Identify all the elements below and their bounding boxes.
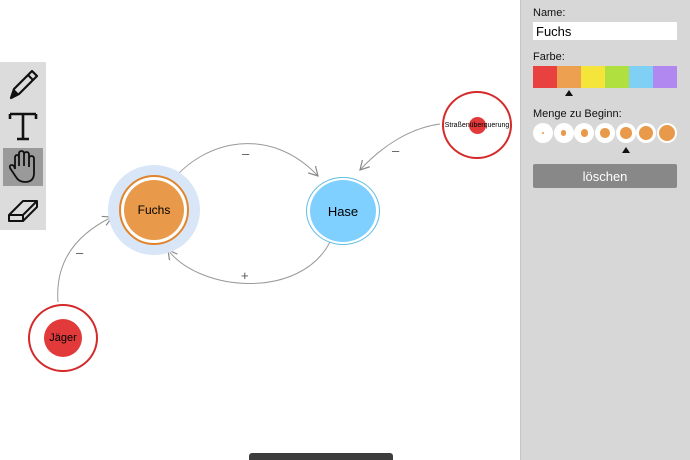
node-strasse-label: Straßenüberquerung — [444, 121, 510, 129]
link-strasse-to-hase[interactable] — [359, 123, 441, 171]
node-hase-label: Hase — [327, 203, 359, 219]
link-hase-to-fuchs[interactable] — [167, 241, 331, 284]
color-swatch-2[interactable] — [581, 66, 605, 88]
node-jaeger-core: Jäger — [44, 319, 82, 357]
eraser-tool[interactable] — [3, 188, 43, 226]
bottom-drawer-handle[interactable] — [249, 453, 393, 460]
amount-options — [533, 123, 677, 145]
text-icon — [8, 112, 38, 141]
node-fuchs-core: Fuchs — [124, 180, 184, 240]
link-label-hase-fuchs: + — [241, 268, 249, 283]
amount-option-2[interactable] — [574, 123, 595, 143]
pencil-tool[interactable] — [3, 65, 43, 103]
color-swatch-5[interactable] — [653, 66, 677, 88]
link-jaeger-to-fuchs[interactable] — [57, 215, 114, 303]
amount-dot — [658, 124, 676, 142]
selected-color-marker — [565, 90, 573, 96]
color-swatch-0[interactable] — [533, 66, 557, 88]
links-layer — [57, 123, 441, 303]
node-hase-core: Hase — [310, 180, 376, 242]
pencil-icon — [9, 69, 39, 100]
tool-palette — [0, 62, 46, 230]
color-swatches — [533, 66, 677, 88]
node-jaeger-label: Jäger — [49, 332, 77, 344]
properties-panel: Name: Farbe: Menge zu Beginn: löschen — [520, 0, 690, 460]
delete-button[interactable]: löschen — [533, 164, 677, 188]
link-label-jaeger-fuchs: – — [76, 245, 84, 260]
amount-dot — [619, 127, 632, 139]
hand-icon — [8, 150, 35, 183]
amount-label: Menge zu Beginn: — [533, 108, 622, 120]
link-label-strasse-hase: – — [392, 143, 400, 158]
amount-option-6[interactable] — [656, 123, 677, 143]
amount-option-5[interactable] — [636, 123, 657, 143]
node-hase[interactable]: Hase — [306, 177, 380, 245]
node-fuchs-ring: Fuchs — [119, 175, 189, 245]
eraser-icon — [8, 200, 38, 222]
amount-dot — [542, 132, 544, 134]
color-swatch-3[interactable] — [605, 66, 629, 88]
node-fuchs-label: Fuchs — [137, 203, 171, 217]
color-swatch-4[interactable] — [629, 66, 653, 88]
node-strasse[interactable]: Straßenüberquerung — [442, 91, 512, 159]
link-label-fuchs-hase: – — [242, 146, 250, 161]
text-tool[interactable] — [3, 107, 43, 145]
selected-amount-marker — [621, 147, 630, 153]
node-fuchs[interactable]: Fuchs — [108, 165, 200, 255]
amount-dot — [580, 129, 588, 137]
amount-option-3[interactable] — [594, 123, 615, 143]
amount-dot — [639, 126, 654, 140]
name-input[interactable] — [533, 22, 677, 40]
amount-dot — [561, 130, 567, 136]
color-label: Farbe: — [533, 51, 565, 63]
name-label: Name: — [533, 7, 566, 19]
amount-dot — [600, 128, 610, 138]
hand-tool[interactable] — [3, 148, 43, 186]
model-canvas[interactable]: – + – – Fuchs Hase Jäger Straßenüberquer… — [0, 0, 520, 460]
amount-option-1[interactable] — [553, 123, 574, 143]
node-strasse-core: Straßenüberquerung — [445, 116, 509, 134]
node-jaeger[interactable]: Jäger — [28, 304, 98, 372]
amount-option-0[interactable] — [533, 123, 553, 143]
color-swatch-1[interactable] — [557, 66, 581, 88]
amount-option-4[interactable] — [615, 123, 636, 143]
